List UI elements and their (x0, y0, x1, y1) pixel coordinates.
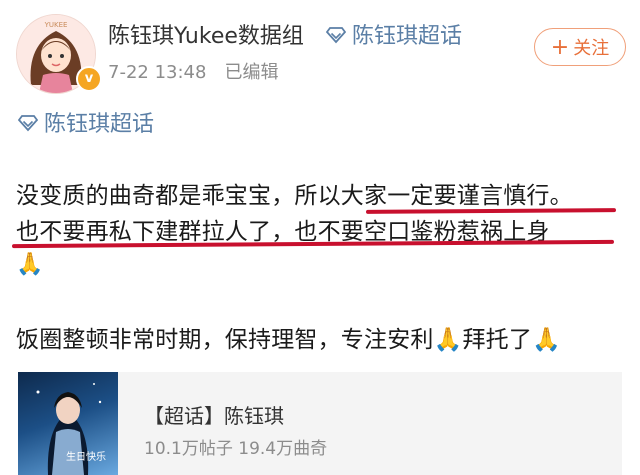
post-time: 7-22 13:48 (108, 62, 207, 83)
super-topic-diamond-icon (18, 115, 38, 132)
super-topic-diamond-icon (326, 27, 346, 44)
author-name[interactable]: 陈钰琪Yukee数据组 (108, 18, 304, 50)
card-stats: 10.1万帖子 19.4万曲奇 (144, 439, 328, 459)
topic-tag[interactable]: 陈钰琪超话 (18, 106, 154, 138)
post-text-line: 没变质的曲奇都是乖宝宝，所以大家一定要谨言慎行。 (16, 183, 573, 209)
cover-caption: 生日快乐 (66, 452, 106, 463)
topic-link[interactable]: 陈钰琪超话 (326, 18, 462, 50)
verified-badge-icon: v (76, 66, 102, 92)
topic-cover-image: 生日快乐 (18, 372, 118, 475)
follow-label: 关注 (573, 38, 610, 59)
edited-label: 已编辑 (224, 62, 279, 83)
post-text-line: 饭圈整顿非常时期，保持理智，专注安利🙏拜托了🙏 (16, 327, 561, 353)
post-header: YUKEE v 陈钰琪Yukee数据组 陈钰琪超话 7-22 13:48 已编辑 … (0, 0, 640, 100)
plus-icon: + (550, 35, 570, 60)
super-topic-card[interactable]: 生日快乐 【超话】陈钰琪 10.1万帖子 19.4万曲奇 (18, 372, 622, 475)
follow-button[interactable]: + 关注 (534, 28, 626, 66)
svg-text:YUKEE: YUKEE (44, 21, 68, 29)
card-title: 【超话】陈钰琪 (144, 404, 284, 428)
pray-emoji-line: 🙏 (16, 252, 44, 277)
post-meta: 7-22 13:48 已编辑 (108, 58, 278, 84)
topic-tag-label: 陈钰琪超话 (44, 112, 155, 137)
topic-link-label: 陈钰琪超话 (352, 24, 463, 49)
